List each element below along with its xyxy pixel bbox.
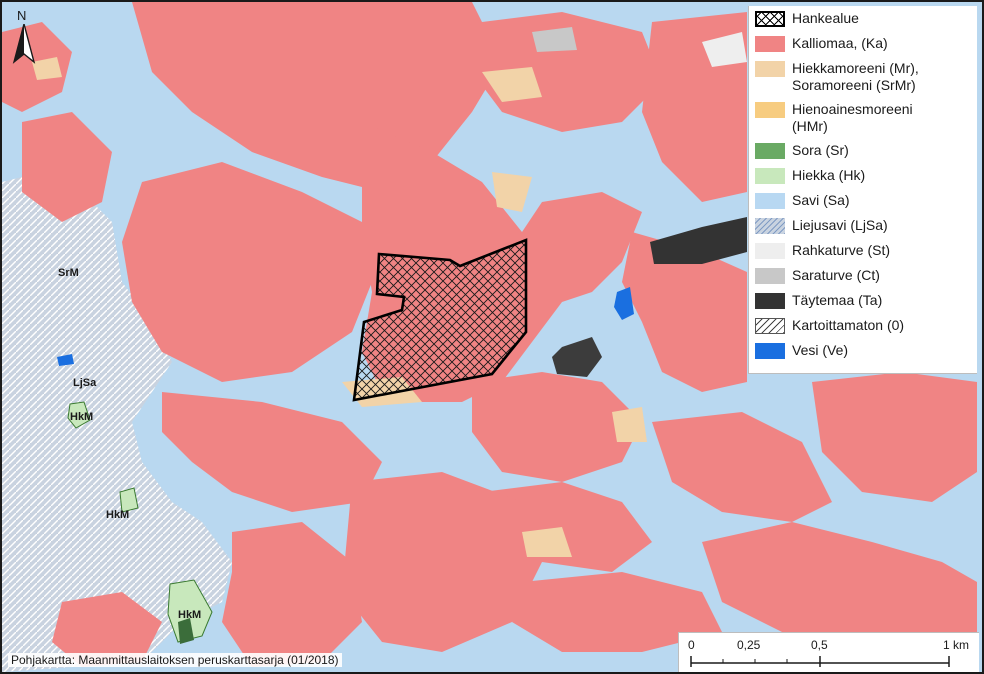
legend-label: Sora (Sr) bbox=[792, 142, 849, 158]
legend-label: Saraturve (Ct) bbox=[792, 267, 880, 283]
swatch-kartoittamaton bbox=[755, 318, 785, 334]
legend-label: Kalliomaa, (Ka) bbox=[792, 35, 888, 51]
label-ljsa: LjSa bbox=[73, 377, 97, 389]
map-frame: SrM LjSa HkM HkM HkM N Hankealue Kalliom… bbox=[0, 0, 984, 674]
legend: Hankealue Kalliomaa, (Ka) Hiekkamoreeni … bbox=[748, 6, 977, 374]
scale-bar: 0 0,25 0,5 1 km bbox=[678, 632, 979, 672]
north-arrow: N bbox=[12, 8, 36, 68]
legend-item-saraturve: Saraturve (Ct) bbox=[755, 267, 971, 284]
legend-item-moreeni: Hiekkamoreeni (Mr), Soramoreeni (SrMr) bbox=[755, 60, 971, 94]
legend-item-hiekka: Hiekka (Hk) bbox=[755, 167, 971, 184]
legend-item-liejusavi: Liejusavi (LjSa) bbox=[755, 217, 971, 234]
swatch-sora bbox=[755, 143, 785, 159]
legend-item-hienoaines: Hienoainesmoreeni (HMr) bbox=[755, 101, 971, 135]
legend-item-kalliomaa: Kalliomaa, (Ka) bbox=[755, 35, 971, 52]
label-hkm-3: HkM bbox=[178, 609, 201, 621]
legend-item-vesi: Vesi (Ve) bbox=[755, 342, 971, 359]
legend-item-savi: Savi (Sa) bbox=[755, 192, 971, 209]
legend-item-sora: Sora (Sr) bbox=[755, 142, 971, 159]
legend-item-rahkaturve: Rahkaturve (St) bbox=[755, 242, 971, 259]
basemap-credit: Pohjakartta: Maanmittauslaitoksen perusk… bbox=[8, 653, 342, 667]
legend-label: Savi (Sa) bbox=[792, 192, 850, 208]
legend-label: Liejusavi (LjSa) bbox=[792, 217, 888, 233]
scale-bar-line bbox=[690, 656, 950, 667]
swatch-rahkaturve bbox=[755, 243, 785, 259]
swatch-savi bbox=[755, 193, 785, 209]
swatch-saraturve bbox=[755, 268, 785, 284]
swatch-moreeni bbox=[755, 61, 785, 77]
swatch-taytemaa bbox=[755, 293, 785, 309]
label-srm: SrM bbox=[58, 267, 79, 279]
swatch-hankealue bbox=[755, 11, 785, 27]
swatch-vesi bbox=[755, 343, 785, 359]
legend-label: Hienoainesmoreeni (HMr) bbox=[792, 101, 913, 134]
label-hkm-2: HkM bbox=[106, 509, 129, 521]
legend-item-taytemaa: Täytemaa (Ta) bbox=[755, 292, 971, 309]
swatch-hiekka bbox=[755, 168, 785, 184]
legend-label: Kartoittamaton (0) bbox=[792, 317, 905, 333]
legend-label: Rahkaturve (St) bbox=[792, 242, 891, 258]
label-hkm-1: HkM bbox=[70, 411, 93, 423]
swatch-kalliomaa bbox=[755, 36, 785, 52]
legend-label: Hankealue bbox=[792, 10, 859, 26]
legend-item-kartoittamaton: Kartoittamaton (0) bbox=[755, 317, 971, 334]
legend-label: Hiekka (Hk) bbox=[792, 167, 866, 183]
swatch-hienoaines bbox=[755, 102, 785, 118]
legend-label: Hiekkamoreeni (Mr), Soramoreeni (SrMr) bbox=[792, 60, 919, 93]
legend-label: Vesi (Ve) bbox=[792, 342, 849, 358]
legend-item-hankealue: Hankealue bbox=[755, 10, 971, 27]
north-arrow-icon bbox=[12, 24, 36, 64]
swatch-liejusavi bbox=[755, 218, 785, 234]
north-letter: N bbox=[17, 8, 27, 23]
legend-label: Täytemaa (Ta) bbox=[792, 292, 883, 308]
